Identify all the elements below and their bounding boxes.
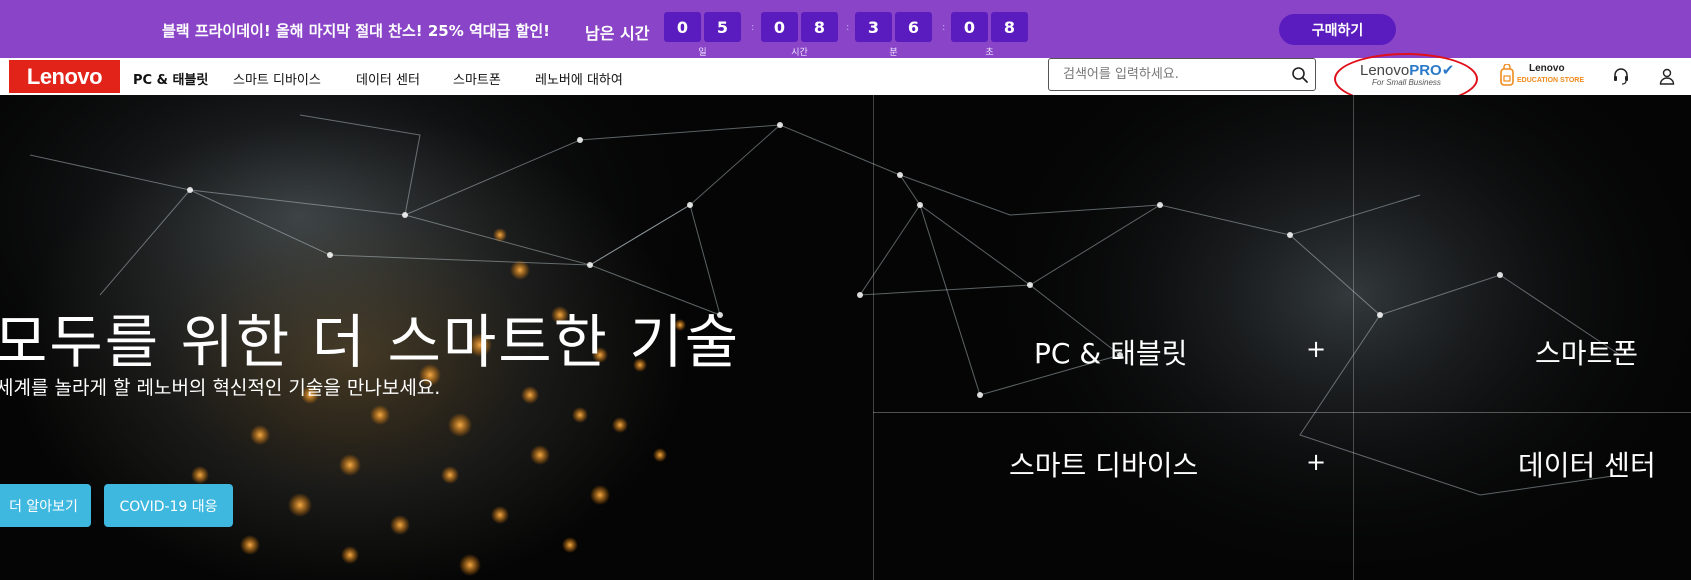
hero-subtitle: 세계를 놀라게 할 레노버의 혁신적인 기술을 만나보세요. xyxy=(0,377,441,399)
countdown-separator: : xyxy=(942,22,946,33)
grid-divider xyxy=(1353,95,1354,580)
nav-item-pc-tablet[interactable]: PC & 태블릿 xyxy=(133,69,208,88)
countdown-separator: : xyxy=(846,22,850,33)
search-box xyxy=(1048,58,1316,91)
countdown-label: 일 xyxy=(698,48,707,58)
countdown-separator: : xyxy=(751,22,755,33)
expand-plus-icon[interactable]: + xyxy=(1306,448,1326,476)
nav-item-about-lenovo[interactable]: 레노버에 대하여 xyxy=(535,69,623,88)
education-store-logo[interactable]: Lenovo EDUCATION STORE xyxy=(1499,61,1585,91)
countdown-hours: 0 8 시간 xyxy=(761,12,838,58)
lenovo-pro-logo[interactable]: LenovoPRO✔ For Small Business xyxy=(1360,61,1454,91)
expand-plus-icon[interactable]: + xyxy=(1306,335,1326,363)
countdown-digit: 0 xyxy=(951,12,988,42)
covid-response-button[interactable]: COVID-19 대응 xyxy=(104,484,233,527)
countdown-minutes: 3 6 분 xyxy=(855,12,932,58)
nav-item-smart-devices[interactable]: 스마트 디바이스 xyxy=(233,69,321,88)
hero-title: 모두를 위한 더 스마트한 기술 xyxy=(0,308,741,376)
countdown-digit: 6 xyxy=(895,12,932,42)
countdown-seconds: 0 8 초 xyxy=(951,12,1028,58)
category-pc-tablet[interactable]: PC & 태블릿 xyxy=(1034,332,1187,372)
lenovo-logo[interactable]: Lenovo xyxy=(9,60,120,93)
pro-logo-sub: For Small Business xyxy=(1372,78,1441,87)
countdown-digit: 8 xyxy=(991,12,1028,42)
countdown-digit: 3 xyxy=(855,12,892,42)
countdown-days: 0 5 일 xyxy=(664,12,741,58)
edu-logo-top: Lenovo xyxy=(1529,63,1565,74)
grid-divider xyxy=(873,95,874,580)
promo-text: 블랙 프라이데이! 올해 마지막 절대 찬스! 25% 역대급 할인! xyxy=(162,22,551,40)
buy-now-button[interactable]: 구매하기 xyxy=(1279,14,1396,45)
countdown-digit: 8 xyxy=(801,12,838,42)
learn-more-button[interactable]: 더 알아보기 xyxy=(0,484,91,527)
hero-section: 모두를 위한 더 스마트한 기술 세계를 놀라게 할 레노버의 혁신적인 기술을… xyxy=(0,95,1691,580)
remaining-time-label: 남은 시간 xyxy=(585,24,650,43)
main-nav: Lenovo PC & 태블릿 스마트 디바이스 데이터 센터 스마트폰 레노버… xyxy=(0,53,1691,105)
edu-logo-bottom: EDUCATION STORE xyxy=(1517,77,1585,84)
headset-icon[interactable] xyxy=(1612,67,1630,85)
backpack-icon xyxy=(1500,64,1514,86)
countdown-digit: 0 xyxy=(664,12,701,42)
countdown-label: 분 xyxy=(889,48,898,58)
category-smart-devices[interactable]: 스마트 디바이스 xyxy=(1009,444,1198,484)
nav-item-smartphones[interactable]: 스마트폰 xyxy=(453,69,501,88)
grid-divider xyxy=(873,412,1691,413)
check-icon: ✔ xyxy=(1441,62,1455,79)
category-smartphones[interactable]: 스마트폰 xyxy=(1535,332,1638,372)
countdown-digit: 5 xyxy=(704,12,741,42)
search-icon[interactable] xyxy=(1291,66,1309,84)
nav-item-data-center[interactable]: 데이터 센터 xyxy=(356,69,420,88)
countdown-digit: 0 xyxy=(761,12,798,42)
category-data-center[interactable]: 데이터 센터 xyxy=(1518,444,1656,484)
promo-banner: 블랙 프라이데이! 올해 마지막 절대 찬스! 25% 역대급 할인! 남은 시… xyxy=(0,0,1691,58)
countdown-label: 초 xyxy=(985,48,994,58)
pro-logo-pro: PRO xyxy=(1409,62,1442,79)
search-input[interactable] xyxy=(1061,66,1285,83)
countdown-label: 시간 xyxy=(791,48,808,58)
user-icon[interactable] xyxy=(1658,67,1676,85)
pro-logo-main: Lenovo xyxy=(1360,62,1410,79)
